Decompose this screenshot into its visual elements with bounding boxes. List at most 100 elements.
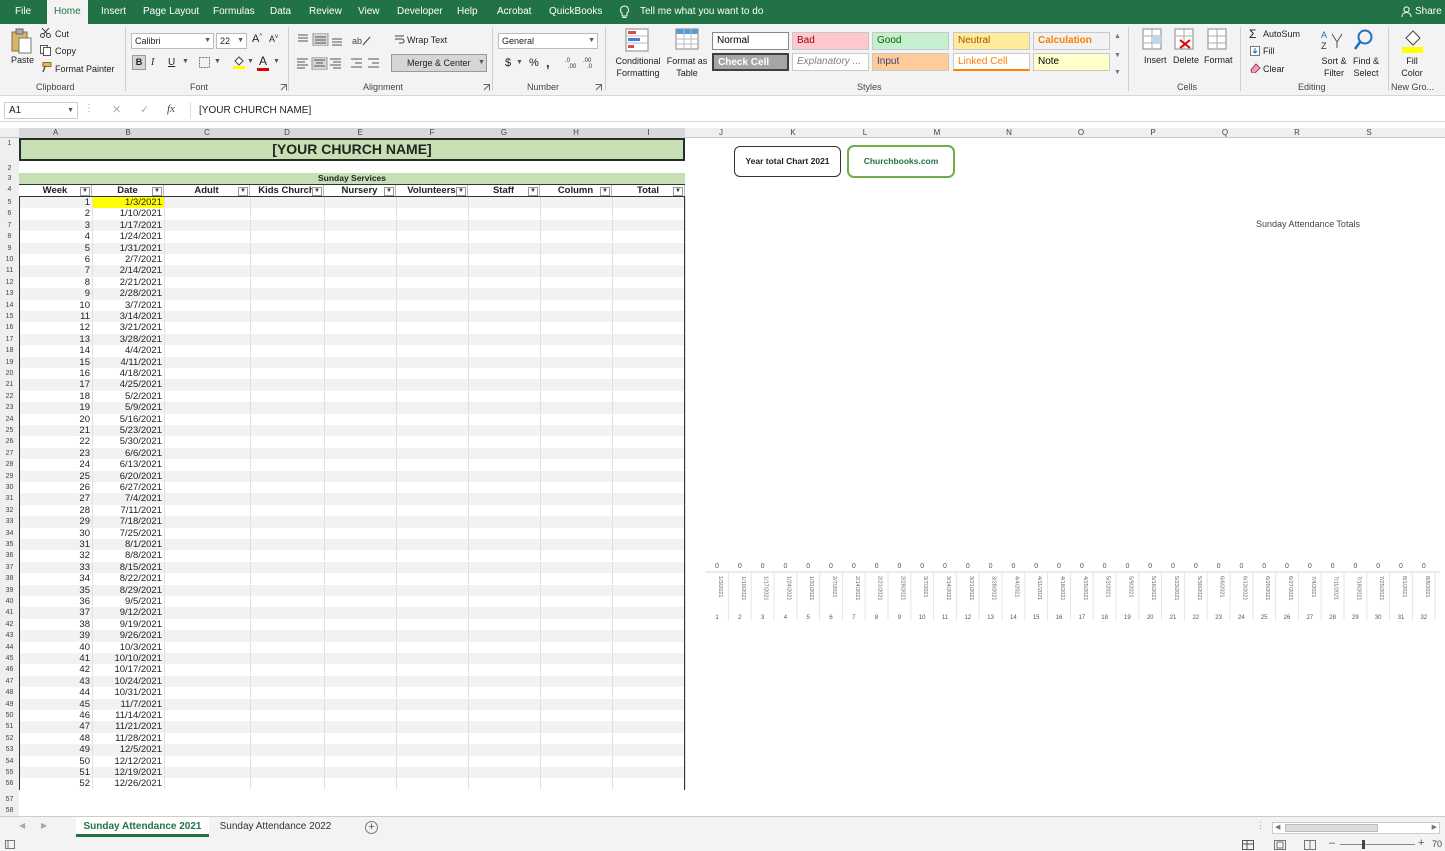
count-cell[interactable] xyxy=(397,322,469,334)
count-cell[interactable] xyxy=(613,299,686,311)
conditional-formatting-button[interactable]: Conditional Formatting xyxy=(612,55,664,79)
count-cell[interactable] xyxy=(397,333,469,345)
count-cell[interactable] xyxy=(325,504,397,516)
column-header[interactable]: J xyxy=(685,128,757,138)
row-header[interactable]: 39 xyxy=(0,587,19,597)
count-cell[interactable] xyxy=(613,675,686,687)
count-cell[interactable] xyxy=(165,607,251,619)
fill-color-button[interactable]: Fill Color xyxy=(1397,55,1427,79)
column-header[interactable]: K xyxy=(757,128,829,138)
count-cell[interactable] xyxy=(541,197,613,208)
count-cell[interactable] xyxy=(469,698,541,710)
count-cell[interactable] xyxy=(397,596,469,607)
count-cell[interactable] xyxy=(251,618,325,630)
count-cell[interactable] xyxy=(325,744,397,756)
comma-style-button[interactable]: , xyxy=(546,55,550,70)
count-cell[interactable] xyxy=(541,573,613,585)
count-cell[interactable] xyxy=(469,493,541,505)
row-header[interactable]: 21 xyxy=(0,381,19,391)
count-cell[interactable] xyxy=(613,368,686,379)
week-cell[interactable]: 38 xyxy=(20,618,93,630)
count-cell[interactable] xyxy=(397,276,469,288)
tab-quickbooks[interactable]: QuickBooks xyxy=(549,0,602,24)
count-cell[interactable] xyxy=(397,311,469,322)
week-cell[interactable]: 19 xyxy=(20,402,93,414)
year-total-chart-button[interactable]: Year total Chart 2021 xyxy=(734,146,841,177)
count-cell[interactable] xyxy=(251,447,325,459)
count-cell[interactable] xyxy=(325,459,397,471)
row-header[interactable]: 30 xyxy=(0,484,19,494)
count-cell[interactable] xyxy=(165,550,251,562)
count-cell[interactable] xyxy=(397,527,469,539)
row-header[interactable]: 38 xyxy=(0,575,19,585)
week-cell[interactable]: 31 xyxy=(20,539,93,550)
week-cell[interactable]: 36 xyxy=(20,596,93,607)
count-cell[interactable] xyxy=(613,653,686,664)
row-header[interactable]: 55 xyxy=(0,769,19,779)
count-cell[interactable] xyxy=(397,219,469,231)
count-cell[interactable] xyxy=(613,710,686,721)
count-cell[interactable] xyxy=(397,561,469,573)
count-cell[interactable] xyxy=(541,356,613,368)
count-cell[interactable] xyxy=(541,732,613,744)
count-cell[interactable] xyxy=(613,390,686,402)
count-cell[interactable] xyxy=(541,436,613,448)
dialog-launcher-icon[interactable] xyxy=(280,84,287,91)
count-cell[interactable] xyxy=(251,390,325,402)
view-mode-icons[interactable] xyxy=(1242,840,1322,850)
count-cell[interactable] xyxy=(325,390,397,402)
add-sheet-plus-icon[interactable]: + xyxy=(365,821,378,834)
count-cell[interactable] xyxy=(469,721,541,733)
wrap-text-button[interactable]: Wrap Text xyxy=(407,35,447,45)
split-handle-icon[interactable]: ⋮ xyxy=(1256,820,1265,831)
count-cell[interactable] xyxy=(165,447,251,459)
count-cell[interactable] xyxy=(325,664,397,676)
count-cell[interactable] xyxy=(165,767,251,778)
count-cell[interactable] xyxy=(541,618,613,630)
count-cell[interactable] xyxy=(613,208,686,220)
date-cell[interactable]: 8/1/2021 xyxy=(93,539,165,550)
week-cell[interactable]: 29 xyxy=(20,516,93,528)
count-cell[interactable] xyxy=(541,345,613,357)
count-cell[interactable] xyxy=(397,425,469,436)
count-cell[interactable] xyxy=(613,561,686,573)
count-cell[interactable] xyxy=(541,265,613,277)
count-cell[interactable] xyxy=(397,379,469,391)
count-cell[interactable] xyxy=(469,288,541,300)
week-cell[interactable]: 25 xyxy=(20,470,93,482)
count-cell[interactable] xyxy=(251,288,325,300)
count-cell[interactable] xyxy=(541,231,613,243)
currency-button[interactable]: $ xyxy=(505,57,511,69)
count-cell[interactable] xyxy=(325,276,397,288)
date-cell[interactable]: 2/28/2021 xyxy=(93,288,165,300)
count-cell[interactable] xyxy=(165,744,251,756)
row-header[interactable]: 57 xyxy=(0,796,19,806)
count-cell[interactable] xyxy=(165,698,251,710)
date-cell[interactable]: 11/28/2021 xyxy=(93,732,165,744)
count-cell[interactable] xyxy=(165,345,251,357)
count-cell[interactable] xyxy=(541,379,613,391)
count-cell[interactable] xyxy=(251,778,325,790)
count-cell[interactable] xyxy=(251,584,325,596)
sheet-tab-2022[interactable]: Sunday Attendance 2022 xyxy=(213,817,338,837)
scroll-right-arrow-icon[interactable]: ▶ xyxy=(1432,823,1437,833)
row-header[interactable]: 53 xyxy=(0,746,19,756)
count-cell[interactable] xyxy=(541,276,613,288)
row-header[interactable]: 35 xyxy=(0,541,19,551)
count-cell[interactable] xyxy=(165,732,251,744)
week-cell[interactable]: 8 xyxy=(20,276,93,288)
date-cell[interactable]: 7/4/2021 xyxy=(93,493,165,505)
count-cell[interactable] xyxy=(251,573,325,585)
count-cell[interactable] xyxy=(397,265,469,277)
row-header[interactable]: 32 xyxy=(0,507,19,517)
date-cell[interactable]: 1/17/2021 xyxy=(93,219,165,231)
tab-review[interactable]: Review xyxy=(309,0,342,24)
count-cell[interactable] xyxy=(251,767,325,778)
count-cell[interactable] xyxy=(251,219,325,231)
count-cell[interactable] xyxy=(469,311,541,322)
count-cell[interactable] xyxy=(165,573,251,585)
count-cell[interactable] xyxy=(613,755,686,767)
date-cell[interactable]: 11/14/2021 xyxy=(93,710,165,721)
count-cell[interactable] xyxy=(613,573,686,585)
row-header[interactable]: 20 xyxy=(0,370,19,380)
